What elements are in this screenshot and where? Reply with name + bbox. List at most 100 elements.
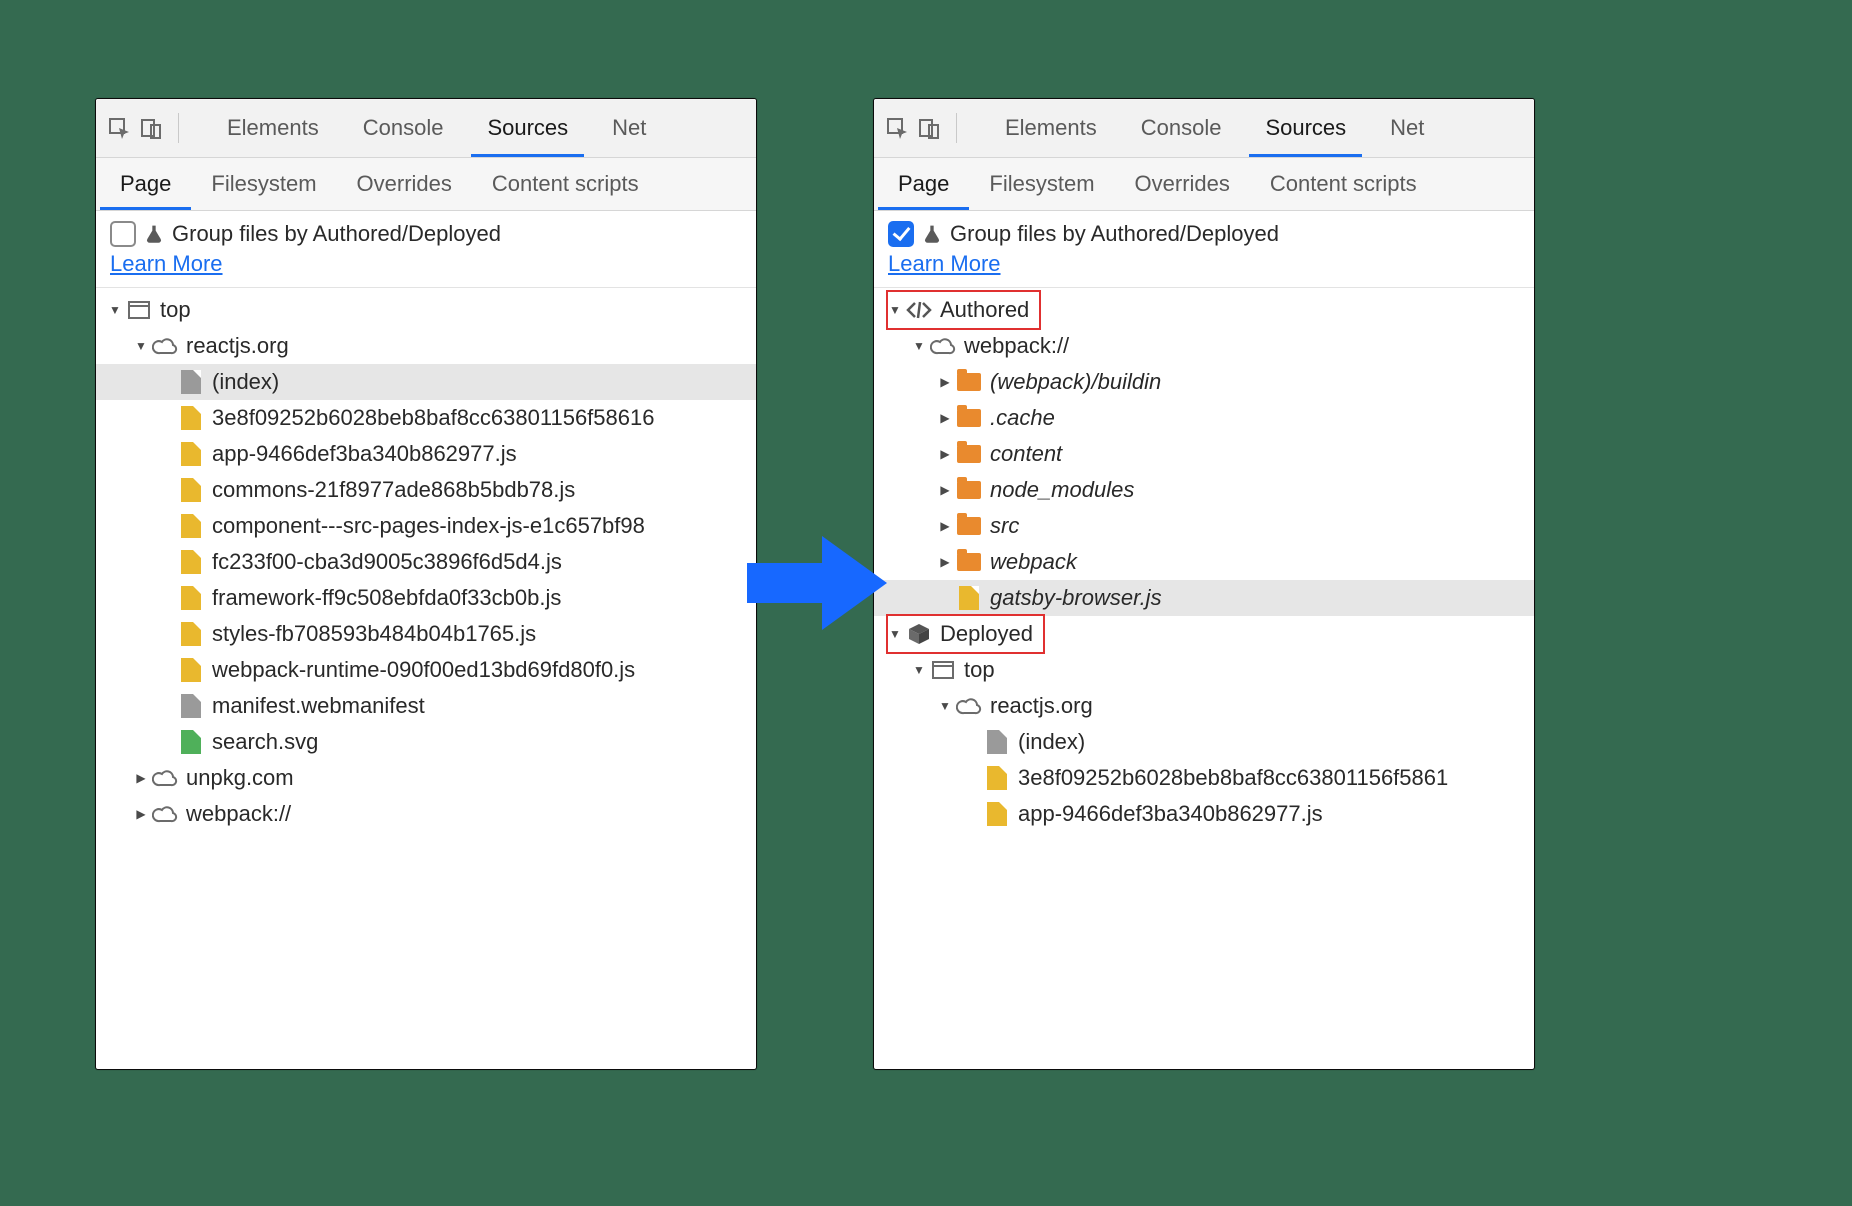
folder-icon — [956, 405, 982, 431]
divider — [178, 113, 179, 143]
tree-row[interactable]: ▼Deployed — [874, 616, 1534, 652]
tree-row[interactable]: ▶webpack — [874, 544, 1534, 580]
tree-row[interactable]: ▼top — [96, 292, 756, 328]
tree-item-label: commons-21f8977ade868b5bdb78.js — [212, 477, 575, 503]
tree-item-label: reactjs.org — [186, 333, 289, 359]
disclosure-arrow-icon: ▶ — [938, 555, 952, 569]
file-yellow-icon — [178, 621, 204, 647]
cloud-icon — [152, 333, 178, 359]
tree-row[interactable]: 3e8f09252b6028beb8baf8cc63801156f5861 — [874, 760, 1534, 796]
tree-row[interactable]: ▼reactjs.org — [96, 328, 756, 364]
main-tab-sources[interactable]: Sources — [465, 99, 590, 157]
frame-icon — [126, 297, 152, 323]
folder-icon — [956, 477, 982, 503]
tree-row[interactable]: app-9466def3ba340b862977.js — [874, 796, 1534, 832]
main-tab-elements[interactable]: Elements — [983, 99, 1119, 157]
experiment-icon — [922, 223, 942, 245]
file-yellow-icon — [178, 657, 204, 683]
tree-row[interactable]: (index) — [96, 364, 756, 400]
divider — [956, 113, 957, 143]
tree-row[interactable]: gatsby-browser.js — [874, 580, 1534, 616]
tree-row[interactable]: ▶unpkg.com — [96, 760, 756, 796]
sub-tab-filesystem[interactable]: Filesystem — [969, 158, 1114, 210]
tree-row[interactable]: (index) — [874, 724, 1534, 760]
tree-row[interactable]: ▶.cache — [874, 400, 1534, 436]
sub-tab-content-scripts[interactable]: Content scripts — [472, 158, 659, 210]
device-toggle-icon[interactable] — [138, 115, 164, 141]
tree-item-label: search.svg — [212, 729, 318, 755]
learn-more-link[interactable]: Learn More — [888, 251, 1001, 277]
group-files-checkbox[interactable] — [888, 221, 914, 247]
cloud-icon — [956, 693, 982, 719]
main-tabs: ElementsConsoleSourcesNet — [983, 99, 1446, 157]
tree-item-label: gatsby-browser.js — [990, 585, 1162, 611]
tree-row[interactable]: webpack-runtime-090f00ed13bd69fd80f0.js — [96, 652, 756, 688]
tree-item-label: src — [990, 513, 1019, 539]
tree-row[interactable]: styles-fb708593b484b04b1765.js — [96, 616, 756, 652]
box-icon — [906, 621, 932, 647]
frame-icon — [930, 657, 956, 683]
tree-item-label: 3e8f09252b6028beb8baf8cc63801156f58616 — [212, 405, 654, 431]
main-tab-sources[interactable]: Sources — [1243, 99, 1368, 157]
group-files-label: Group files by Authored/Deployed — [172, 221, 501, 247]
sub-tab-filesystem[interactable]: Filesystem — [191, 158, 336, 210]
group-option-row: Group files by Authored/Deployed Learn M… — [96, 211, 756, 288]
cloud-icon — [152, 801, 178, 827]
tree-item-label: app-9466def3ba340b862977.js — [212, 441, 517, 467]
tree-row[interactable]: framework-ff9c508ebfda0f33cb0b.js — [96, 580, 756, 616]
sub-tab-page[interactable]: Page — [100, 158, 191, 210]
tree-row[interactable]: ▼ top — [874, 652, 1534, 688]
tree-row[interactable]: 3e8f09252b6028beb8baf8cc63801156f58616 — [96, 400, 756, 436]
tree-item-label: node_modules — [990, 477, 1134, 503]
file-yellow-icon — [178, 441, 204, 467]
group-option-row: Group files by Authored/Deployed Learn M… — [874, 211, 1534, 288]
tree-row[interactable]: component---src-pages-index-js-e1c657bf9… — [96, 508, 756, 544]
tree-item-label: top — [160, 297, 191, 323]
file-yellow-icon — [178, 549, 204, 575]
tree-row[interactable]: ▼Authored — [874, 292, 1534, 328]
main-tab-net[interactable]: Net — [1368, 99, 1446, 157]
disclosure-arrow-icon: ▼ — [938, 699, 952, 713]
tree-row[interactable]: ▶src — [874, 508, 1534, 544]
tree-item-label: content — [990, 441, 1062, 467]
tree-item-label: (index) — [212, 369, 279, 395]
file-yellow-icon — [178, 477, 204, 503]
disclosure-arrow-icon: ▶ — [938, 483, 952, 497]
disclosure-arrow-icon: ▶ — [134, 807, 148, 821]
tree-row[interactable]: ▶content — [874, 436, 1534, 472]
tree-row[interactable]: ▼reactjs.org — [874, 688, 1534, 724]
disclosure-arrow-icon: ▼ — [912, 663, 926, 677]
experiment-icon — [144, 223, 164, 245]
group-files-checkbox[interactable] — [110, 221, 136, 247]
sub-tab-overrides[interactable]: Overrides — [337, 158, 472, 210]
inspect-icon[interactable] — [884, 115, 910, 141]
tree-row[interactable]: fc233f00-cba3d9005c3896f6d5d4.js — [96, 544, 756, 580]
main-tab-net[interactable]: Net — [590, 99, 668, 157]
tree-item-label: top — [964, 657, 995, 683]
tree-item-label: fc233f00-cba3d9005c3896f6d5d4.js — [212, 549, 562, 575]
tree-row[interactable]: ▶webpack:// — [96, 796, 756, 832]
main-tab-console[interactable]: Console — [341, 99, 466, 157]
file-yellow-icon — [984, 765, 1010, 791]
learn-more-link[interactable]: Learn More — [110, 251, 223, 277]
tree-row[interactable]: commons-21f8977ade868b5bdb78.js — [96, 472, 756, 508]
device-toggle-icon[interactable] — [916, 115, 942, 141]
file-grey-icon — [984, 729, 1010, 755]
tree-row[interactable]: search.svg — [96, 724, 756, 760]
tree-item-label: (webpack)/buildin — [990, 369, 1161, 395]
main-tab-console[interactable]: Console — [1119, 99, 1244, 157]
folder-icon — [956, 441, 982, 467]
sub-tab-page[interactable]: Page — [878, 158, 969, 210]
inspect-icon[interactable] — [106, 115, 132, 141]
sub-tab-overrides[interactable]: Overrides — [1115, 158, 1250, 210]
tree-row[interactable]: ▶ node_modules — [874, 472, 1534, 508]
file-grey-icon — [178, 693, 204, 719]
main-tabs: ElementsConsoleSourcesNet — [205, 99, 668, 157]
tree-row[interactable]: app-9466def3ba340b862977.js — [96, 436, 756, 472]
tree-row[interactable]: ▼webpack:// — [874, 328, 1534, 364]
tree-item-label: 3e8f09252b6028beb8baf8cc63801156f5861 — [1018, 765, 1448, 791]
tree-row[interactable]: manifest.webmanifest — [96, 688, 756, 724]
sub-tab-content-scripts[interactable]: Content scripts — [1250, 158, 1437, 210]
main-tab-elements[interactable]: Elements — [205, 99, 341, 157]
tree-row[interactable]: ▶(webpack)/buildin — [874, 364, 1534, 400]
